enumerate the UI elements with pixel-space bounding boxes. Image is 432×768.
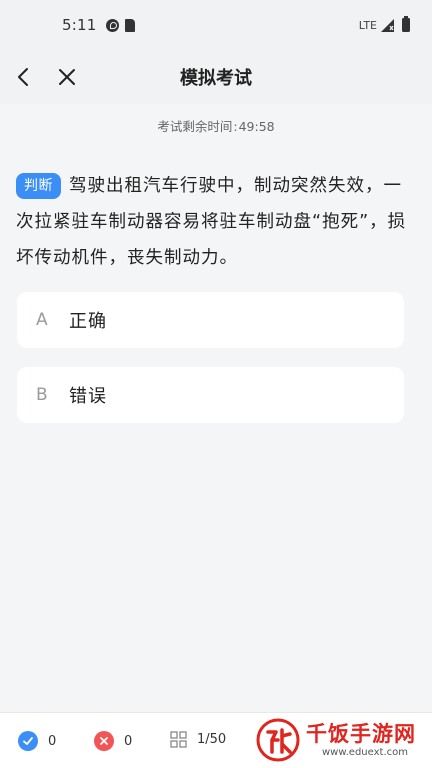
- status-notification-icons: [106, 18, 136, 32]
- close-button[interactable]: [52, 62, 82, 92]
- option-letter: A: [36, 310, 48, 330]
- option-b[interactable]: B 错误: [17, 367, 404, 423]
- signal-icon: [381, 18, 394, 32]
- status-bar: 5:11 LTE: [0, 0, 432, 50]
- wrong-count: 0: [124, 733, 133, 749]
- back-button[interactable]: [8, 62, 38, 92]
- watermark-logo-icon: [256, 718, 300, 762]
- chevron-left-icon: [18, 68, 28, 86]
- progress-text: 1/50: [197, 732, 227, 747]
- watermark-title: 千饭手游网: [306, 722, 416, 746]
- wrong-count-stat[interactable]: 0: [94, 731, 132, 751]
- check-icon: [18, 731, 38, 751]
- app-notification-icon: [106, 18, 120, 32]
- watermark-url: www.eduext.com: [322, 747, 408, 758]
- question-type-tag: 判断: [16, 173, 61, 199]
- grid-icon: [170, 731, 187, 748]
- option-text: 错误: [69, 386, 107, 407]
- correct-count-stat[interactable]: 0: [18, 731, 56, 751]
- sim-card-icon: [125, 18, 136, 32]
- option-a[interactable]: A 正确: [17, 292, 404, 348]
- watermark: 千饭手游网 www.eduext.com: [256, 714, 432, 766]
- status-right: LTE: [358, 16, 410, 32]
- option-text: 正确: [69, 311, 107, 332]
- question-text: 驾驶出租汽车行驶中，制动突然失效，一次拉紧驻车制动器容易将驻车制动盘“抱死”，损…: [16, 176, 407, 268]
- status-time: 5:11: [62, 16, 97, 34]
- network-type: LTE: [358, 18, 377, 32]
- timer-separator: :: [233, 119, 238, 134]
- exam-timer: 考试剩余时间:49:58: [0, 116, 432, 135]
- correct-count: 0: [48, 733, 57, 749]
- option-letter: B: [36, 385, 48, 405]
- close-icon: [59, 69, 75, 85]
- question-progress[interactable]: 1/50: [170, 731, 226, 748]
- battery-icon: [402, 16, 410, 32]
- cross-icon: [94, 731, 114, 751]
- timer-label: 考试剩余时间: [157, 119, 233, 134]
- question: 判断 驾驶出租汽车行驶中，制动突然失效，一次拉紧驻车制动器容易将驻车制动盘“抱死”…: [16, 168, 416, 276]
- header: 模拟考试: [0, 50, 432, 104]
- timer-value: 49:58: [238, 119, 275, 134]
